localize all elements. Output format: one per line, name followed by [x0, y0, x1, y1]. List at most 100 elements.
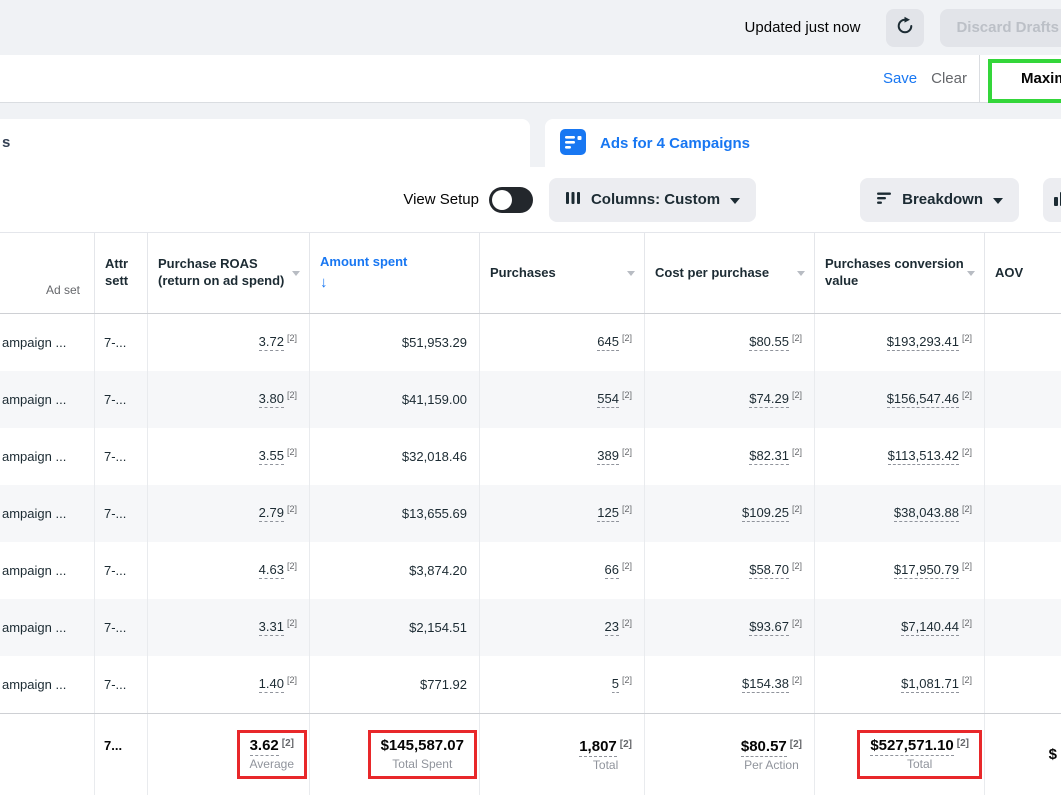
cell-campaign-name[interactable]: ampaign ...: [0, 314, 95, 371]
toggle-knob: [492, 190, 512, 210]
column-header-ad-set[interactable]: Ad set: [0, 233, 95, 313]
cell-cost-per-purchase[interactable]: $58.70[2]: [645, 542, 815, 599]
chevron-down-icon: [993, 198, 1003, 204]
cell-purchases-conversion-value[interactable]: $17,950.79[2]: [815, 542, 985, 599]
cell-purchases[interactable]: 23[2]: [480, 599, 645, 656]
reference-note: [2]: [287, 561, 297, 571]
column-header-label: Ad set: [46, 283, 80, 299]
cell-purchase-roas[interactable]: 3.80[2]: [148, 371, 310, 428]
cell-aov: [985, 371, 1061, 428]
cell-purchase-roas[interactable]: 3.55[2]: [148, 428, 310, 485]
cell-cost-per-purchase[interactable]: $82.31[2]: [645, 428, 815, 485]
cell-cost-per-purchase[interactable]: $74.29[2]: [645, 371, 815, 428]
reference-note: [2]: [287, 618, 297, 628]
table-header-row: Ad set Attr sett Purchase ROAS (return o…: [0, 232, 1061, 314]
table-row[interactable]: ampaign ... 7-... 3.55[2] $32,018.46 389…: [0, 428, 1061, 485]
tab-ads[interactable]: Ads for 4 Campaigns: [545, 119, 1061, 167]
column-header-cost-per-purchase[interactable]: Cost per purchase: [645, 233, 815, 313]
cell-attribution-setting: 7-...: [95, 656, 148, 713]
cell-purchases-conversion-value[interactable]: $113,513.42[2]: [815, 428, 985, 485]
cell-purchase-roas[interactable]: 2.79[2]: [148, 485, 310, 542]
cell-purchases-conversion-value[interactable]: $1,081.71[2]: [815, 656, 985, 713]
column-header-aov[interactable]: AOV: [985, 233, 1061, 313]
totals-purchases-cell: 1,807[2] Total: [480, 714, 645, 795]
breakdown-icon: [876, 190, 892, 210]
view-setup-label: View Setup: [403, 191, 479, 208]
cell-cost-per-purchase[interactable]: $80.55[2]: [645, 314, 815, 371]
column-header-label: Amount spent: [320, 254, 407, 271]
maximize-button[interactable]: Maxim: [979, 55, 1061, 102]
reference-note: [2]: [792, 675, 802, 685]
tab-adsets-partial-label: s: [2, 134, 10, 151]
cell-amount-spent: $51,953.29: [310, 314, 480, 371]
columns-button[interactable]: Columns: Custom: [549, 178, 756, 222]
reference-note: [2]: [962, 561, 972, 571]
column-header-label: Purchases conversion value: [825, 256, 970, 290]
cell-campaign-name[interactable]: ampaign ...: [0, 599, 95, 656]
cell-cost-per-purchase[interactable]: $109.25[2]: [645, 485, 815, 542]
totals-amount-spent-cell: $145,587.07 Total Spent: [310, 714, 480, 795]
table-totals-row: 7... 3.62[2] Average $145,587.07 Total S…: [0, 713, 1061, 795]
table-row[interactable]: ampaign ... 7-... 2.79[2] $13,655.69 125…: [0, 485, 1061, 542]
view-setup-toggle[interactable]: [489, 187, 533, 213]
cell-purchases-conversion-value[interactable]: $38,043.88[2]: [815, 485, 985, 542]
updated-status: Updated just now: [745, 19, 861, 36]
cell-purchases[interactable]: 645[2]: [480, 314, 645, 371]
cell-attribution-setting: 7-...: [95, 542, 148, 599]
totals-purchases-conversion-value-cell: $527,571.10[2] Total: [815, 714, 985, 795]
cell-amount-spent: $771.92: [310, 656, 480, 713]
cell-campaign-name[interactable]: ampaign ...: [0, 371, 95, 428]
reference-note: [2]: [622, 675, 632, 685]
cell-purchases[interactable]: 389[2]: [480, 428, 645, 485]
totals-label: Total: [579, 758, 632, 772]
totals-attribution-cell: 7...: [95, 714, 148, 795]
cell-purchases[interactable]: 5[2]: [480, 656, 645, 713]
cell-purchases-conversion-value[interactable]: $193,293.41[2]: [815, 314, 985, 371]
cell-purchases-conversion-value[interactable]: $156,547.46[2]: [815, 371, 985, 428]
discard-drafts-button[interactable]: Discard Drafts: [940, 9, 1061, 47]
table-row[interactable]: ampaign ... 7-... 1.40[2] $771.92 5[2] $…: [0, 656, 1061, 713]
column-header-amount-spent[interactable]: Amount spent ↓: [310, 233, 480, 313]
column-header-attribution-setting[interactable]: Attr sett: [95, 233, 148, 313]
cell-campaign-name[interactable]: ampaign ...: [0, 542, 95, 599]
reports-button-partial[interactable]: [1043, 178, 1061, 222]
tab-ads-label: Ads for 4 Campaigns: [600, 135, 750, 152]
tab-adsets-partial[interactable]: s: [0, 119, 530, 167]
save-button[interactable]: Save: [883, 70, 917, 87]
chevron-down-icon: [730, 198, 740, 204]
refresh-button[interactable]: [886, 9, 924, 47]
clear-button[interactable]: Clear: [931, 70, 967, 87]
reference-note: [2]: [962, 675, 972, 685]
breakdown-button-label: Breakdown: [902, 191, 983, 208]
cell-purchases[interactable]: 125[2]: [480, 485, 645, 542]
sort-descending-icon: ↓: [320, 273, 407, 293]
table-row[interactable]: ampaign ... 7-... 3.31[2] $2,154.51 23[2…: [0, 599, 1061, 656]
cell-purchases-conversion-value[interactable]: $7,140.44[2]: [815, 599, 985, 656]
cell-purchases[interactable]: 554[2]: [480, 371, 645, 428]
cell-cost-per-purchase[interactable]: $154.38[2]: [645, 656, 815, 713]
cell-campaign-name[interactable]: ampaign ...: [0, 656, 95, 713]
cell-purchase-roas[interactable]: 3.31[2]: [148, 599, 310, 656]
reference-note: [2]: [622, 447, 632, 457]
top-bar: Updated just now Discard Drafts: [0, 0, 1061, 55]
cell-cost-per-purchase[interactable]: $93.67[2]: [645, 599, 815, 656]
cell-amount-spent: $13,655.69: [310, 485, 480, 542]
cell-purchase-roas[interactable]: 1.40[2]: [148, 656, 310, 713]
cell-purchase-roas[interactable]: 4.63[2]: [148, 542, 310, 599]
table-row[interactable]: ampaign ... 7-... 3.72[2] $51,953.29 645…: [0, 314, 1061, 371]
red-highlight-box: $527,571.10[2] Total: [857, 730, 982, 779]
reference-note: [2]: [622, 561, 632, 571]
cell-purchase-roas[interactable]: 3.72[2]: [148, 314, 310, 371]
totals-campaign-cell: [0, 714, 95, 795]
column-header-purchase-roas[interactable]: Purchase ROAS (return on ad spend): [148, 233, 310, 313]
reference-note: [2]: [622, 390, 632, 400]
cell-campaign-name[interactable]: ampaign ...: [0, 428, 95, 485]
cell-purchases[interactable]: 66[2]: [480, 542, 645, 599]
red-highlight-box: 3.62[2] Average: [237, 730, 307, 779]
cell-campaign-name[interactable]: ampaign ...: [0, 485, 95, 542]
column-header-purchases[interactable]: Purchases: [480, 233, 645, 313]
column-header-purchases-conversion-value[interactable]: Purchases conversion value: [815, 233, 985, 313]
table-row[interactable]: ampaign ... 7-... 4.63[2] $3,874.20 66[2…: [0, 542, 1061, 599]
breakdown-button[interactable]: Breakdown: [860, 178, 1019, 222]
table-row[interactable]: ampaign ... 7-... 3.80[2] $41,159.00 554…: [0, 371, 1061, 428]
